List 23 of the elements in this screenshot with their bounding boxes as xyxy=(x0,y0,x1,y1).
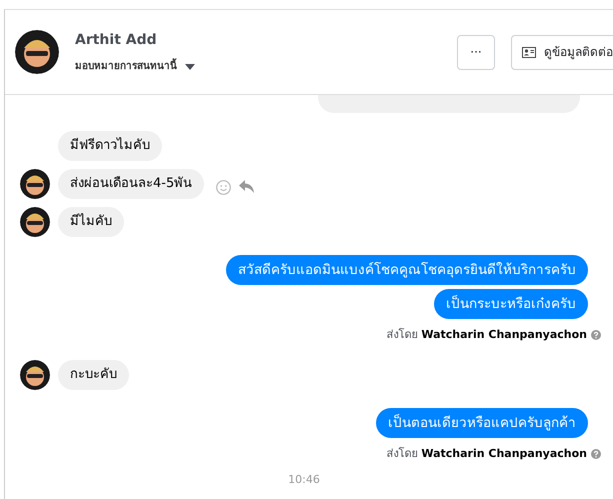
help-icon[interactable] xyxy=(591,330,601,340)
message-bubble: มีไมคับ xyxy=(58,207,124,237)
contact-info-button[interactable]: ดูข้อมูลติดต่อ xyxy=(511,34,613,70)
sender-name: Watcharin Chanpanyachon xyxy=(421,446,587,462)
contact-name: Arthit Add xyxy=(75,31,158,50)
reply-icon[interactable] xyxy=(239,180,254,192)
message-bubble: มีฟรีดาวไมคับ xyxy=(58,131,162,161)
message-bubble: เป็นกระบะหรือเก๋งครับ xyxy=(434,289,588,319)
message-bubble: เป็นตอนเดียวหรือแคปครับลูกค้า xyxy=(376,408,588,438)
caret-icon xyxy=(185,64,195,70)
timestamp: 10:46 xyxy=(288,472,320,488)
sender-label: ส่งโดย xyxy=(386,446,418,462)
assign-dropdown[interactable]: มอบหมายการสนทนานี้ xyxy=(75,59,195,74)
message-bubble: สวัสดีครับแอดมินแบงค์โชคคูณโชคอุดรยินดีให้บริการครับ xyxy=(226,255,588,285)
more-button[interactable]: ··· xyxy=(457,34,495,70)
sender-name: Watcharin Chanpanyachon xyxy=(421,327,587,343)
help-icon[interactable] xyxy=(591,448,601,459)
contact-avatar[interactable] xyxy=(15,30,59,74)
message-bubble: กะบะคับ xyxy=(58,360,129,390)
smiley-icon[interactable] xyxy=(216,180,232,194)
contact-card-icon xyxy=(522,46,536,58)
sender-label: ส่งโดย xyxy=(386,327,418,343)
message-bubble: ส่งผ่อนเดือนละ4-5พัน xyxy=(58,169,204,199)
